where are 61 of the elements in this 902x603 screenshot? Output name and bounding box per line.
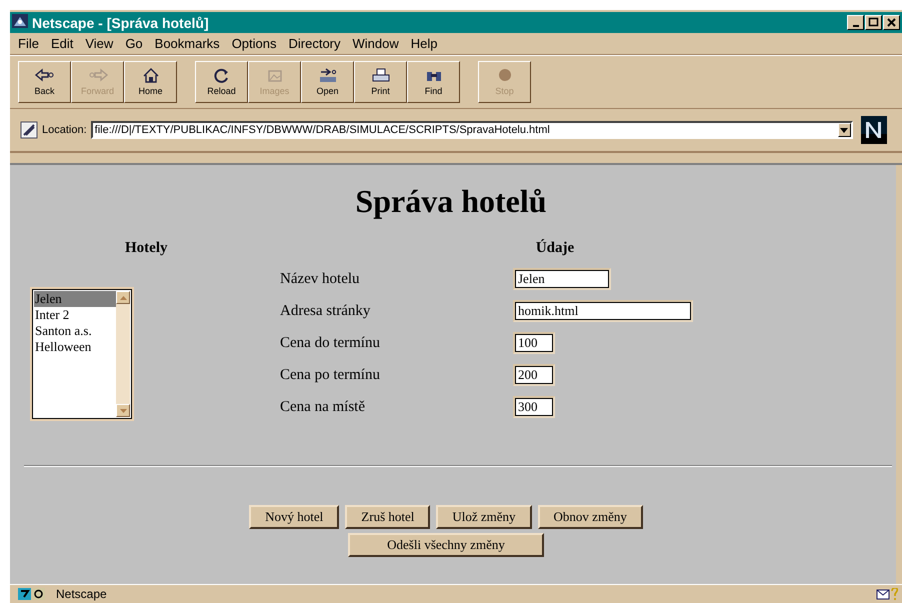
section-heading: Hotely <box>124 240 168 257</box>
toolbar-button[interactable]: Open <box>301 61 354 103</box>
back-arrow-icon <box>34 68 56 83</box>
status-text: Netscape <box>56 587 107 601</box>
field-label: Adresa stránky <box>280 302 372 321</box>
form-button[interactable]: Nový hotel <box>249 505 340 529</box>
menu-item[interactable]: Go <box>119 35 149 52</box>
location-field[interactable]: file:///D|/TEXTY/PUBLIKAC/INFSY/DBWWW/DRAB/SIMULACE/SCRIPTS/SpravaHotelu.html <box>90 121 853 139</box>
app-icon <box>12 14 28 31</box>
logo-icon <box>860 116 887 144</box>
form-button[interactable]: Zruš hotel <box>345 505 430 529</box>
maximize-icon <box>868 17 879 28</box>
minimize-button[interactable] <box>847 15 864 30</box>
maximize-button[interactable] <box>865 15 882 30</box>
field-label: Cena do termínu <box>280 334 381 353</box>
submit-button[interactable]: Odešli všechny změny <box>348 533 544 557</box>
menu-item[interactable]: Window <box>346 35 405 52</box>
dropdown-button[interactable] <box>838 123 851 137</box>
close-button[interactable] <box>883 15 900 30</box>
input-field[interactable]: 100 <box>513 332 555 354</box>
caret-icon <box>120 408 126 412</box>
caret-icon <box>120 296 126 300</box>
printer-icon <box>370 68 392 83</box>
menu-item[interactable]: Options <box>226 35 282 52</box>
list-option[interactable]: Jelen <box>34 291 116 307</box>
field-label: Cena na místě <box>280 398 366 417</box>
toolbar-button[interactable]: Home <box>124 61 177 103</box>
minimize-icon <box>852 24 858 26</box>
toolbar-button[interactable]: Find <box>407 61 460 103</box>
forward-arrow-icon <box>86 68 108 83</box>
menu-item[interactable]: Edit <box>44 35 80 52</box>
list-option[interactable]: Inter 2 <box>34 307 116 323</box>
scrollbar[interactable] <box>116 291 130 417</box>
input-field[interactable]: Jelen <box>513 268 611 290</box>
field-label: Cena po termínu <box>280 366 381 385</box>
list-option[interactable]: Santon a.s. <box>34 323 116 339</box>
menu-item[interactable]: Directory <box>282 35 347 52</box>
field-label: Název hotelu <box>280 270 361 289</box>
menu-item[interactable]: Bookmarks <box>148 35 226 52</box>
list-option[interactable]: Helloween <box>34 339 116 355</box>
page-heading: Správa hotelů <box>354 183 548 220</box>
bookmark-icon[interactable] <box>20 121 38 139</box>
menu-item[interactable]: File <box>12 35 45 52</box>
mail-icon[interactable] <box>876 588 898 600</box>
security-icon <box>18 588 46 600</box>
form-button[interactable]: Ulož změny <box>436 505 532 529</box>
input-field[interactable]: 200 <box>513 364 555 386</box>
caret-icon <box>840 128 848 132</box>
location-label: Location: <box>42 124 87 136</box>
menu-item[interactable]: Help <box>404 35 444 52</box>
toolbar-button[interactable]: Print <box>354 61 407 103</box>
form-button[interactable]: Obnov změny <box>538 505 643 529</box>
toolbar-button[interactable]: Reload <box>195 61 248 103</box>
close-icon <box>886 17 897 28</box>
section-heading: Údaje <box>534 240 576 257</box>
input-field[interactable]: 300 <box>513 396 555 418</box>
hotel-list[interactable]: Jelen Inter 2 Santon a.s. Helloween <box>30 287 134 421</box>
toolbar-button[interactable]: Back <box>18 61 71 103</box>
window-title: Netscape - [Správa hotelů] <box>32 14 210 30</box>
input-field[interactable]: homik.html <box>513 300 693 322</box>
menu-item[interactable]: View <box>79 35 120 52</box>
